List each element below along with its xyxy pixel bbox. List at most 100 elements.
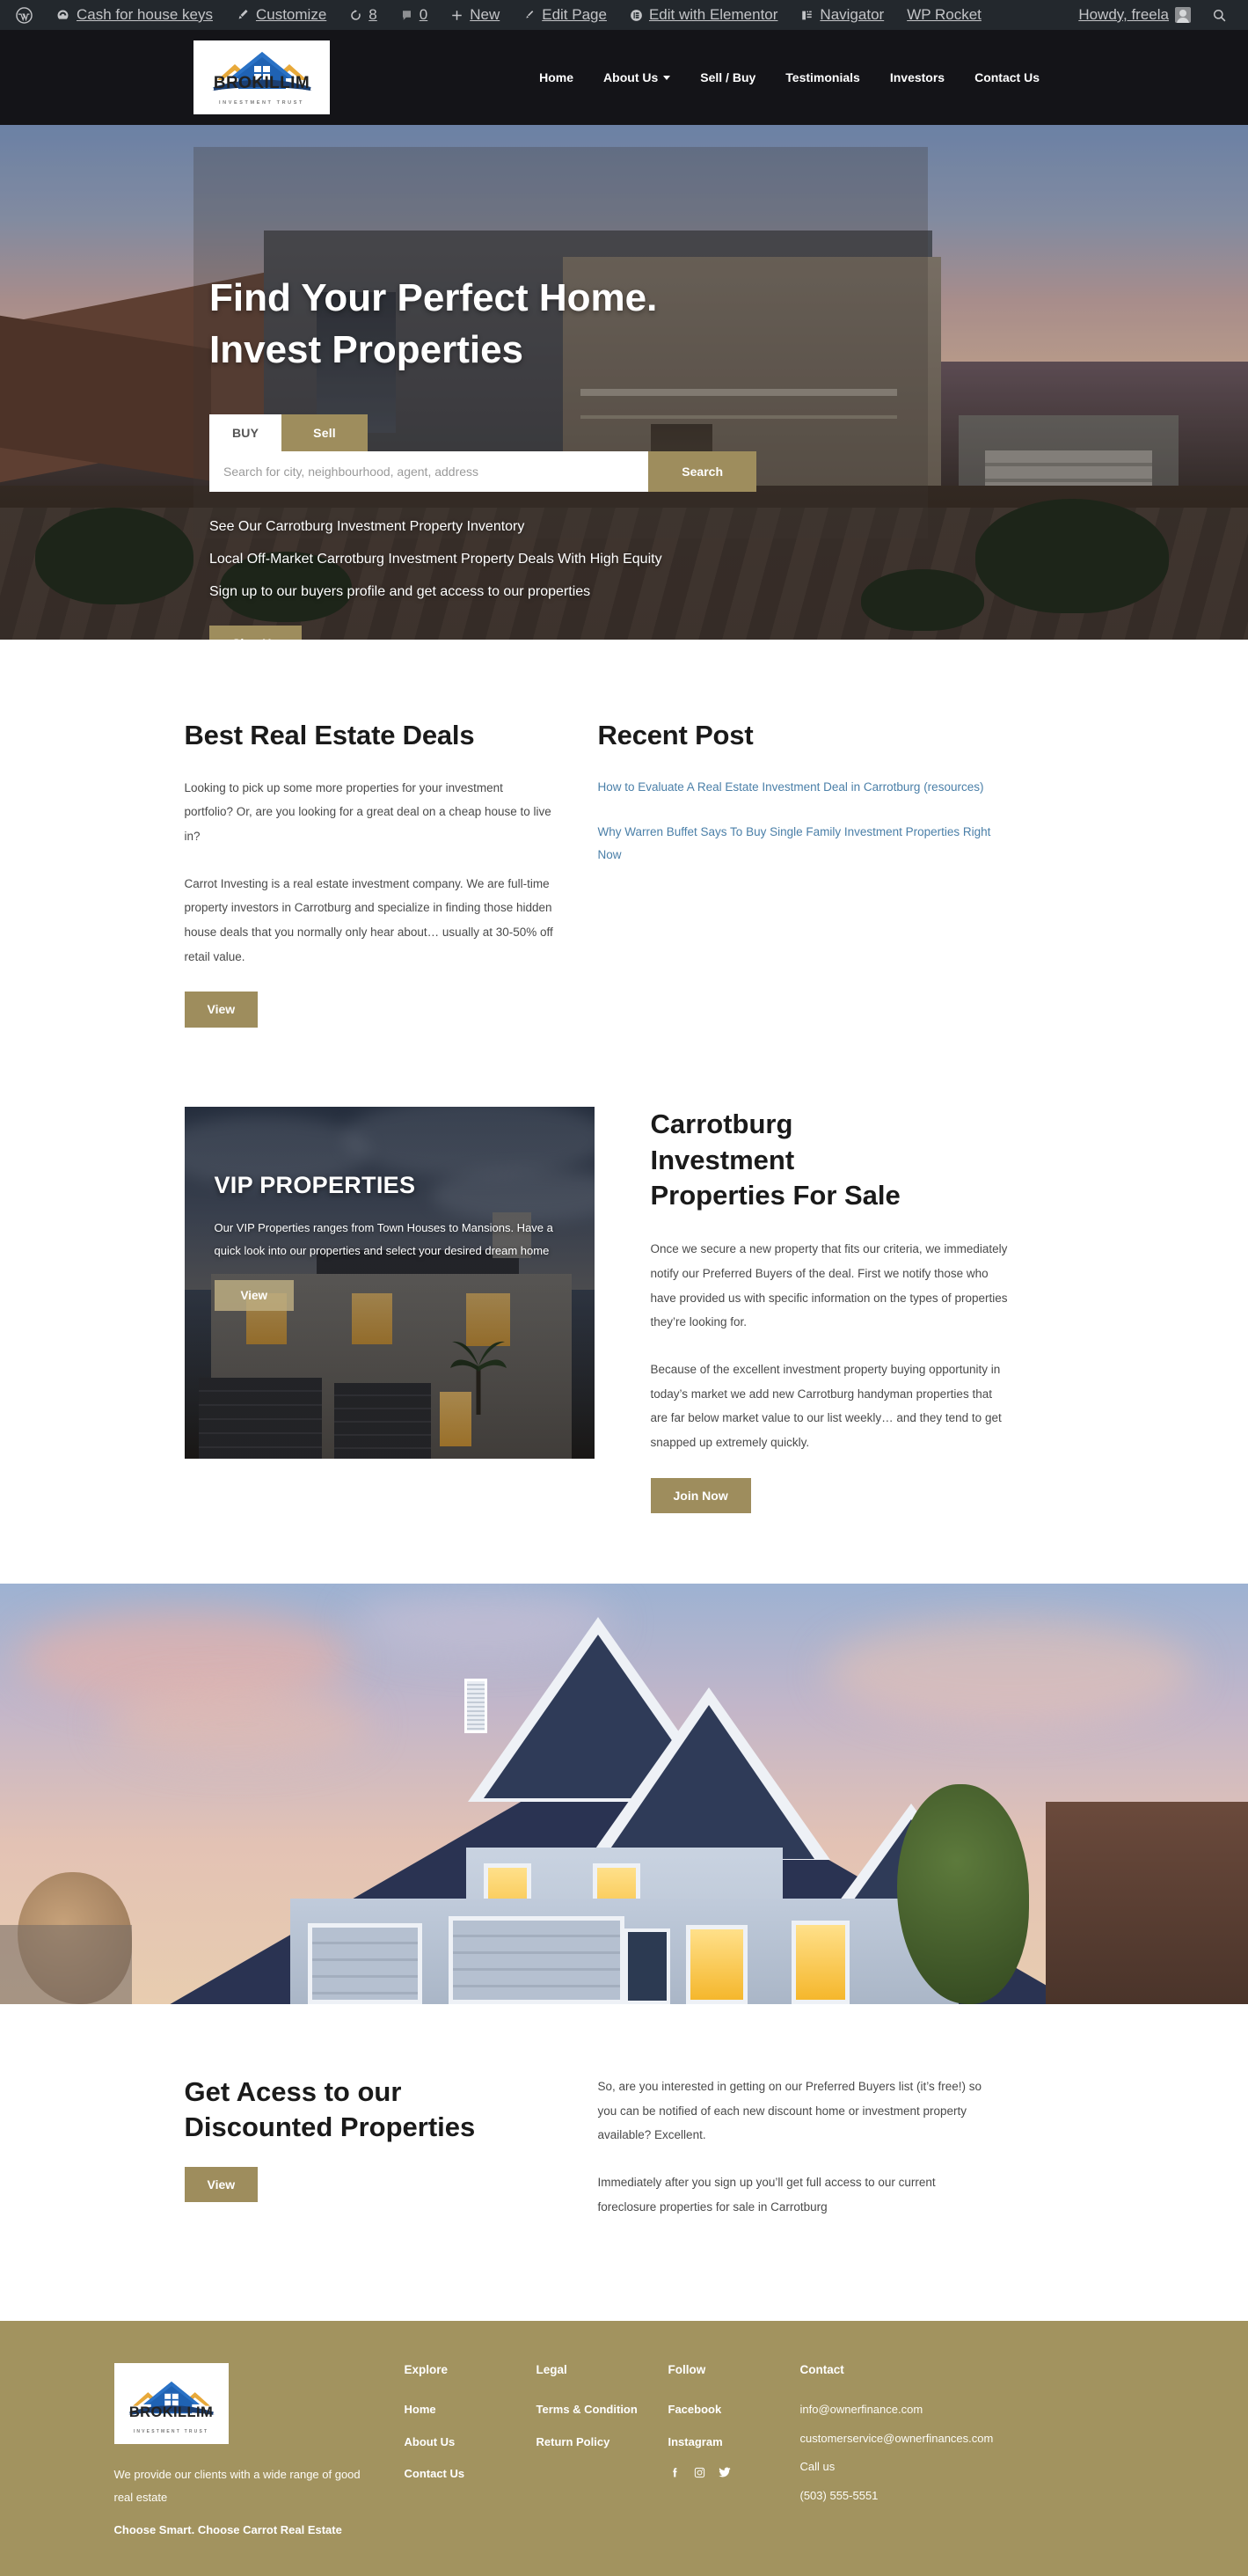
access-paragraph-1: So, are you interested in getting on our… — [597, 2079, 982, 2142]
edit-page-button[interactable]: Edit Page — [511, 0, 618, 30]
footer-contact-heading: Contact — [799, 2363, 844, 2377]
footer-link-terms[interactable]: Terms & Condition — [536, 2401, 668, 2419]
footer-link-instagram[interactable]: Instagram — [668, 2433, 800, 2451]
footer-description: We provide our clients with a wide range… — [113, 2468, 361, 2505]
nav-label: Sell / Buy — [700, 70, 756, 84]
footer-link-facebook[interactable]: Facebook — [668, 2401, 800, 2419]
recent-post-title: Recent Post — [597, 720, 754, 750]
tab-sell[interactable]: Sell — [281, 414, 368, 452]
recent-post-link-1[interactable]: How to Evaluate A Real Estate Investment… — [598, 776, 994, 799]
vip-view-button[interactable]: View — [214, 1279, 295, 1311]
brush-icon — [236, 8, 250, 22]
footer-email-support[interactable]: customerservice@ownerfinances.com — [800, 2430, 1038, 2448]
comments-icon — [400, 9, 413, 22]
carrotburg-paragraph-2: Because of the excellent investment prop… — [650, 1363, 1002, 1450]
search-input[interactable] — [209, 451, 649, 493]
vip-properties-card: VIP PROPERTIES Our VIP Properties ranges… — [184, 1106, 595, 1459]
access-right-column: So, are you interested in getting on our… — [589, 2075, 994, 2242]
nav-item-sell-buy[interactable]: Sell / Buy — [685, 62, 770, 93]
nav-item-testimonials[interactable]: Testimonials — [770, 62, 875, 93]
customize-button[interactable]: Customize — [224, 0, 338, 30]
facebook-icon[interactable] — [668, 2466, 682, 2479]
access-paragraph-2: Immediately after you sign up you’ll get… — [597, 2175, 936, 2214]
site-name-button[interactable]: Cash for house keys — [44, 0, 224, 30]
carrotburg-title: Carrotburg Investment Properties For Sal… — [651, 1107, 1008, 1215]
site-footer: BROKILLIM INVESTMENT TRUST We provide ou… — [0, 2321, 1248, 2576]
page-root: Cash for house keys Customize 8 0 New Ed… — [0, 0, 1248, 2576]
footer-contact-column: Contact info@ownerfinance.com customerse… — [800, 2363, 1038, 2540]
nav-item-home[interactable]: Home — [524, 62, 588, 93]
chevron-down-icon — [663, 75, 671, 80]
deals-grid: Best Real Estate Deals Looking to pick u… — [184, 719, 1064, 1028]
wordpress-logo-button[interactable] — [12, 0, 44, 30]
best-deals-view-button[interactable]: View — [184, 992, 259, 1028]
access-title-line1: Get Acess to our — [184, 2075, 402, 2107]
site-logo[interactable]: BROKILLIM INVESTMENT TRUST — [193, 40, 330, 114]
search-button[interactable]: Search — [648, 451, 756, 493]
vip-grid: VIP PROPERTIES Our VIP Properties ranges… — [184, 1106, 1064, 1513]
best-deals-paragraph-1: Looking to pick up some more properties … — [184, 780, 551, 844]
footer-tagline: Choose Smart. Choose Carrot Real Estate — [113, 2523, 342, 2537]
my-account-button[interactable]: Howdy, freela — [1075, 0, 1198, 30]
updates-count: 8 — [369, 6, 377, 23]
nav-item-contact-us[interactable]: Contact Us — [960, 62, 1055, 93]
twitter-icon[interactable] — [718, 2465, 732, 2479]
signup-button[interactable]: Sign Up — [209, 625, 302, 640]
footer-link-home[interactable]: Home — [405, 2401, 536, 2419]
carrotburg-title-line3: Properties For Sale — [650, 1180, 901, 1211]
footer-logo[interactable]: BROKILLIM INVESTMENT TRUST — [113, 2363, 229, 2445]
footer-link-return-policy[interactable]: Return Policy — [536, 2433, 668, 2451]
main-navigation: Home About Us Sell / Buy Testimonials In… — [524, 62, 1055, 93]
header-inner: BROKILLIM INVESTMENT TRUST Home About Us… — [0, 40, 1248, 114]
access-left-column: Get Acess to our Discounted Properties V… — [184, 2075, 589, 2242]
featured-house-photo — [0, 1583, 1248, 2004]
footer-follow-heading: Follow — [668, 2363, 706, 2377]
footer-email-primary[interactable]: info@ownerfinance.com — [800, 2401, 1038, 2419]
footer-explore-heading: Explore — [404, 2363, 449, 2377]
join-now-button[interactable]: Join Now — [650, 1477, 751, 1513]
edit-with-elementor-button[interactable]: Edit with Elementor — [618, 0, 789, 30]
edit-page-label: Edit Page — [542, 6, 607, 23]
site-header: BROKILLIM INVESTMENT TRUST Home About Us… — [0, 30, 1248, 125]
hero-heading-line2: Invest Properties — [209, 327, 524, 371]
logo-tagline: INVESTMENT TRUST — [219, 100, 304, 106]
comments-button[interactable]: 0 — [389, 0, 439, 30]
wp-admin-bar: Cash for house keys Customize 8 0 New Ed… — [0, 0, 1248, 30]
new-label: New — [470, 6, 500, 23]
new-content-button[interactable]: New — [439, 0, 511, 30]
navigator-button[interactable]: Navigator — [789, 0, 895, 30]
recent-post-column: Recent Post How to Evaluate A Real Estat… — [589, 719, 994, 1028]
footer-link-about-us[interactable]: About Us — [405, 2433, 536, 2451]
footer-phone[interactable]: (503) 555-5551 — [800, 2487, 1038, 2505]
footer-social-icons — [668, 2465, 800, 2479]
instagram-icon[interactable] — [693, 2466, 706, 2479]
nav-item-investors[interactable]: Investors — [875, 62, 960, 93]
admin-search-button[interactable] — [1207, 0, 1232, 30]
logo-wordmark: BROKILLIM INVESTMENT TRUST — [122, 2405, 221, 2437]
deals-section: Best Real Estate Deals Looking to pick u… — [0, 640, 1248, 1080]
footer-legal-column: Legal Terms & Condition Return Policy — [536, 2363, 668, 2540]
customize-label: Customize — [255, 6, 327, 23]
access-title: Get Acess to our Discounted Properties — [185, 2075, 563, 2144]
plus-icon — [450, 9, 463, 22]
footer-link-contact-us[interactable]: Contact Us — [405, 2465, 536, 2483]
wordpress-icon — [16, 6, 33, 24]
vip-title: VIP PROPERTIES — [214, 1171, 416, 1198]
carrotburg-title-line1: Carrotburg — [650, 1108, 793, 1139]
access-title-line2: Discounted Properties — [184, 2111, 476, 2142]
tab-buy[interactable]: BUY — [209, 414, 282, 452]
updates-button[interactable]: 8 — [338, 0, 388, 30]
logo-name: BROKILLIM — [128, 2404, 214, 2421]
dashboard-icon — [55, 8, 70, 23]
nav-label: About Us — [603, 70, 659, 84]
access-view-button[interactable]: View — [184, 2167, 259, 2203]
avatar-icon — [1175, 7, 1191, 23]
wp-rocket-button[interactable]: WP Rocket — [895, 0, 993, 30]
recent-post-link-2[interactable]: Why Warren Buffet Says To Buy Single Fam… — [598, 821, 994, 866]
nav-label: Contact Us — [974, 70, 1040, 84]
brokillim-house-logo-icon: BROKILLIM INVESTMENT TRUST — [205, 45, 319, 110]
nav-label: Home — [539, 70, 574, 84]
nav-item-about-us[interactable]: About Us — [588, 62, 685, 93]
hero-line-3: Sign up to our buyers profile and get ac… — [209, 584, 591, 600]
carrotburg-paragraph-1: Once we secure a new property that fits … — [650, 1242, 1008, 1329]
